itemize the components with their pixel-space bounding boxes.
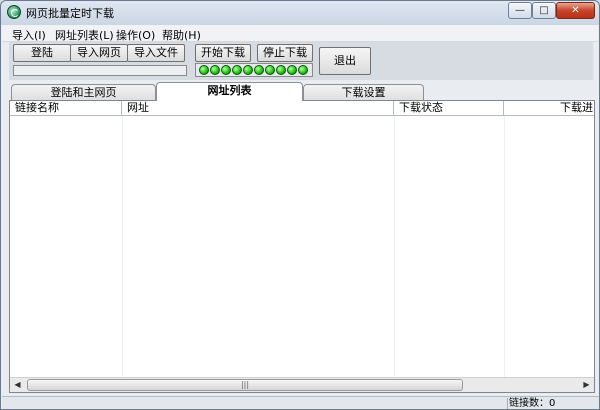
menu-import[interactable]: 导入(I) [12,27,46,43]
close-button[interactable]: ✕ [556,2,595,19]
import-page-button[interactable]: 导入网页 [70,44,128,62]
status-led-icon [287,65,297,75]
status-led-icon [221,65,231,75]
scrollbar-thumb[interactable]: ||| [27,379,463,391]
column-divider [122,116,123,377]
link-count-status: 链接数：0 [509,398,556,409]
status-led-icon [276,65,286,75]
column-divider [394,116,395,377]
menu-url-list[interactable]: 网址列表(L) [55,27,114,43]
app-icon [7,5,21,19]
title-bar[interactable]: 网页批量定时下载 — □ ✕ [1,1,599,23]
status-led-icon [199,65,209,75]
status-led-icon [254,65,264,75]
status-led-icon [210,65,220,75]
column-header-download-progress[interactable]: 下载进 [504,101,594,116]
login-button[interactable]: 登陆 [13,44,71,62]
stop-download-button[interactable]: 停止下载 [257,44,313,62]
tab-login-main-page[interactable]: 登陆和主网页 [11,84,156,101]
window-title: 网页批量定时下载 [26,7,114,20]
column-header-download-status[interactable]: 下载状态 [394,101,504,116]
status-bar: 链接数：0 [2,396,599,409]
tab-download-settings[interactable]: 下载设置 [303,84,424,101]
exit-button[interactable]: 退出 [319,47,371,75]
column-header-link-name[interactable]: 链接名称 [10,101,122,116]
column-divider [504,116,505,377]
tab-strip: 登陆和主网页 网址列表 下载设置 [9,82,593,101]
status-led-icon [265,65,275,75]
horizontal-scrollbar[interactable]: ◀ ||| ▶ [10,377,594,392]
status-led-icon [243,65,253,75]
tab-url-list[interactable]: 网址列表 [156,82,303,101]
toolbar: 登陆 导入网页 导入文件 开始下载 停止下载 退出 [9,42,593,80]
column-header-url[interactable]: 网址 [122,101,394,116]
scroll-right-arrow-icon[interactable]: ▶ [579,378,594,392]
table-header: 链接名称 网址 下载状态 下载进 [10,101,594,116]
app-window: 网页批量定时下载 — □ ✕ 导入(I) 网址列表(L) 操作(O) 帮助(H)… [0,0,600,410]
status-led-icon [232,65,242,75]
maximize-button[interactable]: □ [532,2,556,19]
status-led-icon [298,65,308,75]
menu-help[interactable]: 帮助(H) [162,27,201,43]
menu-operation[interactable]: 操作(O) [116,27,155,43]
minimize-button[interactable]: — [508,2,532,19]
start-download-button[interactable]: 开始下载 [195,44,251,62]
url-list-table: 链接名称 网址 下载状态 下载进 ◀ ||| ▶ [9,100,595,393]
import-file-button[interactable]: 导入文件 [127,44,185,62]
status-segment [420,398,508,409]
menu-bar: 导入(I) 网址列表(L) 操作(O) 帮助(H) [2,25,598,42]
scroll-left-arrow-icon[interactable]: ◀ [10,378,25,392]
status-led-strip [195,63,313,77]
progress-bar [13,65,187,76]
